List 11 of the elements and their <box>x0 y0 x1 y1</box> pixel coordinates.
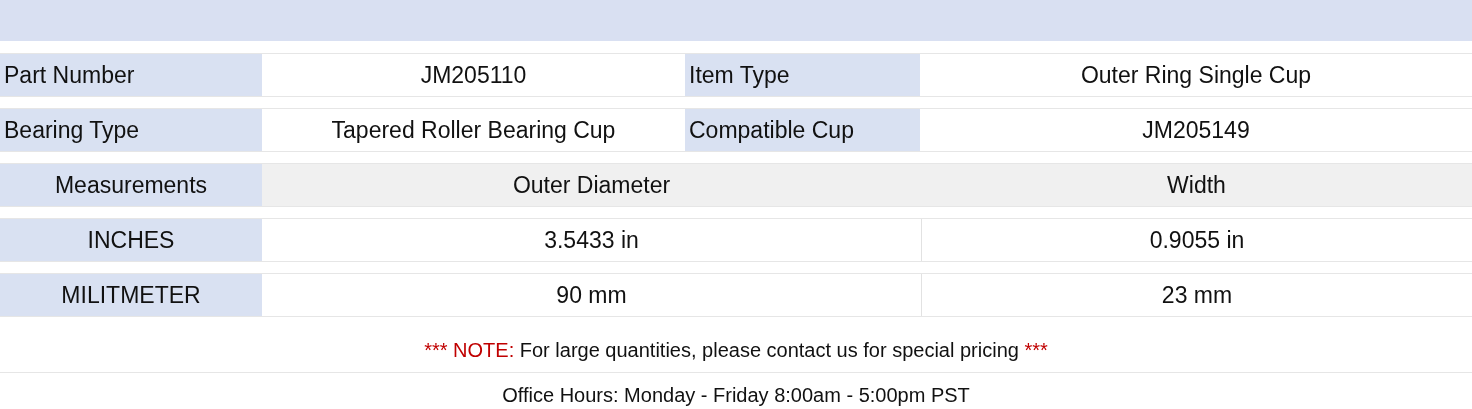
unit-label: INCHES <box>0 219 262 261</box>
office-hours-text: Office Hours: Monday - Friday 8:00am - 5:00pm PST <box>501 383 971 408</box>
pricing-note: *** NOTE: For large quantities, please contact us for special pricing *** <box>0 328 1472 373</box>
spec-label: Part Number <box>0 54 262 96</box>
table-header-cell-text: Outer Diameter <box>511 170 672 200</box>
table-header-cell-text: Width <box>1166 170 1227 200</box>
spec-label: Compatible Cup <box>685 109 920 151</box>
unit-label: MILITMETER <box>0 274 262 316</box>
spec-label: Bearing Type <box>0 109 262 151</box>
spec-label: Item Type <box>685 54 920 96</box>
table-header-cell: Measurements <box>0 164 262 206</box>
